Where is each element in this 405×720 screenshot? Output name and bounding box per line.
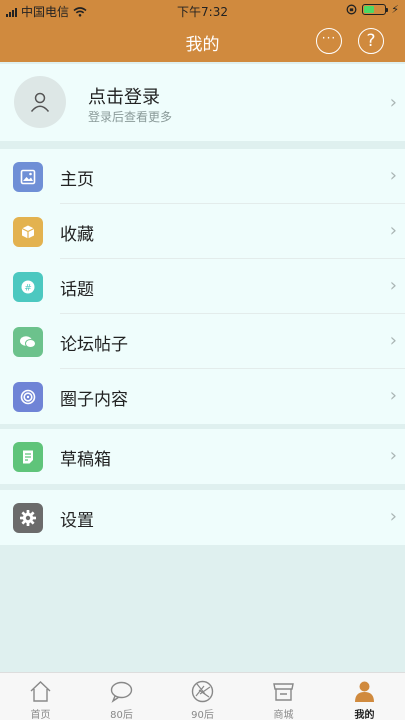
menu-group: 主页 › 收藏 › # 话题 › 论坛帖子 › 圈子内容 › — [0, 149, 405, 424]
tab-home[interactable]: 首页 — [0, 673, 81, 720]
status-time: 下午7:32 — [177, 5, 228, 19]
battery-icon — [362, 4, 389, 15]
chevron-right-icon: › — [389, 92, 397, 113]
menu-item-label: 收藏 — [60, 225, 94, 245]
menu-item-topics[interactable]: # 话题 › — [0, 259, 405, 314]
gear-icon — [13, 503, 43, 533]
login-title: 点击登录 — [88, 87, 160, 108]
menu-item-home[interactable]: 主页 › — [0, 149, 405, 204]
menu-item-label: 圈子内容 — [60, 390, 128, 410]
chevron-right-icon: › — [389, 220, 397, 241]
tab-label: 首页 — [30, 710, 51, 720]
chevron-right-icon: › — [389, 445, 397, 466]
tab-label: 90后 — [191, 710, 214, 720]
tab-90s[interactable]: 90后 — [162, 673, 243, 720]
chat-icon — [110, 681, 133, 703]
menu-item-label: 话题 — [60, 280, 94, 300]
chat-bubbles-icon — [13, 327, 43, 357]
person-icon — [355, 681, 374, 702]
page-title: 我的 — [185, 35, 220, 55]
hashtag-icon: # — [13, 272, 43, 302]
tab-label: 我的 — [354, 710, 375, 720]
menu-item-drafts[interactable]: 草稿箱 › — [0, 429, 405, 484]
bottom-tab-bar: 首页 80后 90后 商城 我的 — [0, 672, 405, 720]
message-button[interactable]: ··· — [316, 28, 342, 54]
tab-store[interactable]: 商城 — [243, 673, 324, 720]
menu-item-label: 草稿箱 — [60, 450, 111, 470]
avatar — [14, 76, 66, 128]
rotation-lock-icon — [346, 4, 357, 15]
person-outline-icon — [30, 92, 50, 112]
settings-group: 设置 › — [0, 490, 405, 545]
status-bar: 中国电信 下午7:32 ⚡ — [0, 0, 405, 20]
svg-text:#: # — [24, 284, 32, 294]
menu-item-favorites[interactable]: 收藏 › — [0, 204, 405, 259]
battery-fill — [364, 6, 375, 13]
box-icon — [13, 217, 43, 247]
image-icon — [13, 162, 43, 192]
tab-80s[interactable]: 80后 — [81, 673, 162, 720]
status-right: ⚡ — [346, 3, 399, 16]
aperture-icon — [191, 680, 214, 703]
login-card[interactable]: 点击登录 登录后查看更多 › — [0, 64, 405, 141]
chevron-right-icon: › — [389, 275, 397, 296]
menu-item-forum-posts[interactable]: 论坛帖子 › — [0, 314, 405, 369]
menu-item-circle-content[interactable]: 圈子内容 › — [0, 369, 405, 424]
chevron-right-icon: › — [389, 165, 397, 186]
chevron-right-icon: › — [389, 330, 397, 351]
chevron-right-icon: › — [389, 385, 397, 406]
tab-label: 商城 — [273, 710, 294, 720]
top-header: 中国电信 下午7:32 ⚡ 我的 ··· ? — [0, 0, 405, 62]
circle-swirl-icon — [13, 382, 43, 412]
login-subtitle: 登录后查看更多 — [88, 110, 173, 124]
store-icon — [273, 683, 294, 701]
home-icon — [30, 681, 51, 702]
message-icon: ··· — [321, 31, 337, 45]
drafts-group: 草稿箱 › — [0, 429, 405, 484]
tab-label: 80后 — [110, 710, 133, 720]
chevron-right-icon: › — [389, 506, 397, 527]
menu-item-label: 主页 — [60, 170, 94, 190]
charging-icon: ⚡ — [391, 3, 399, 16]
menu-item-label: 设置 — [60, 511, 94, 531]
document-icon — [13, 442, 43, 472]
menu-item-settings[interactable]: 设置 › — [0, 490, 405, 545]
question-icon: ? — [366, 31, 376, 51]
help-button[interactable]: ? — [358, 28, 384, 54]
tab-mine[interactable]: 我的 — [324, 673, 405, 720]
menu-item-label: 论坛帖子 — [60, 335, 128, 355]
